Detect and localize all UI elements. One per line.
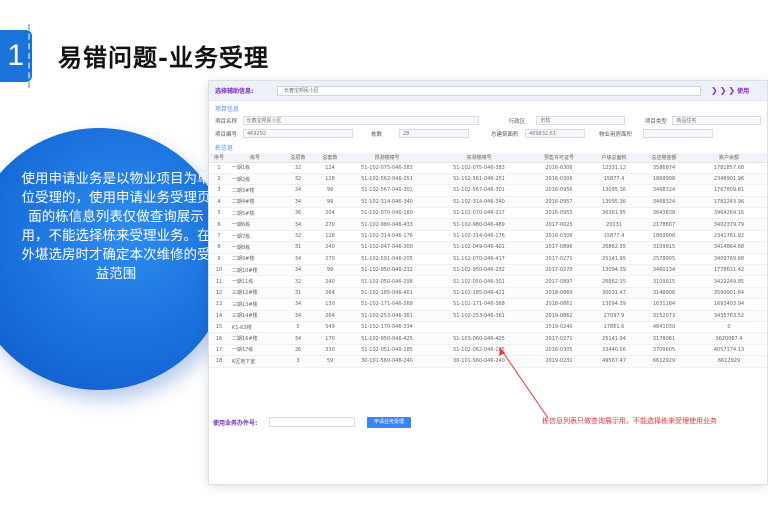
annotation-arrow-line <box>499 347 549 419</box>
annotation-arrow <box>499 347 549 419</box>
annotation-text: 栋信息列表只做查询展示用，不能选择栋来受理使用业务 <box>542 417 717 425</box>
